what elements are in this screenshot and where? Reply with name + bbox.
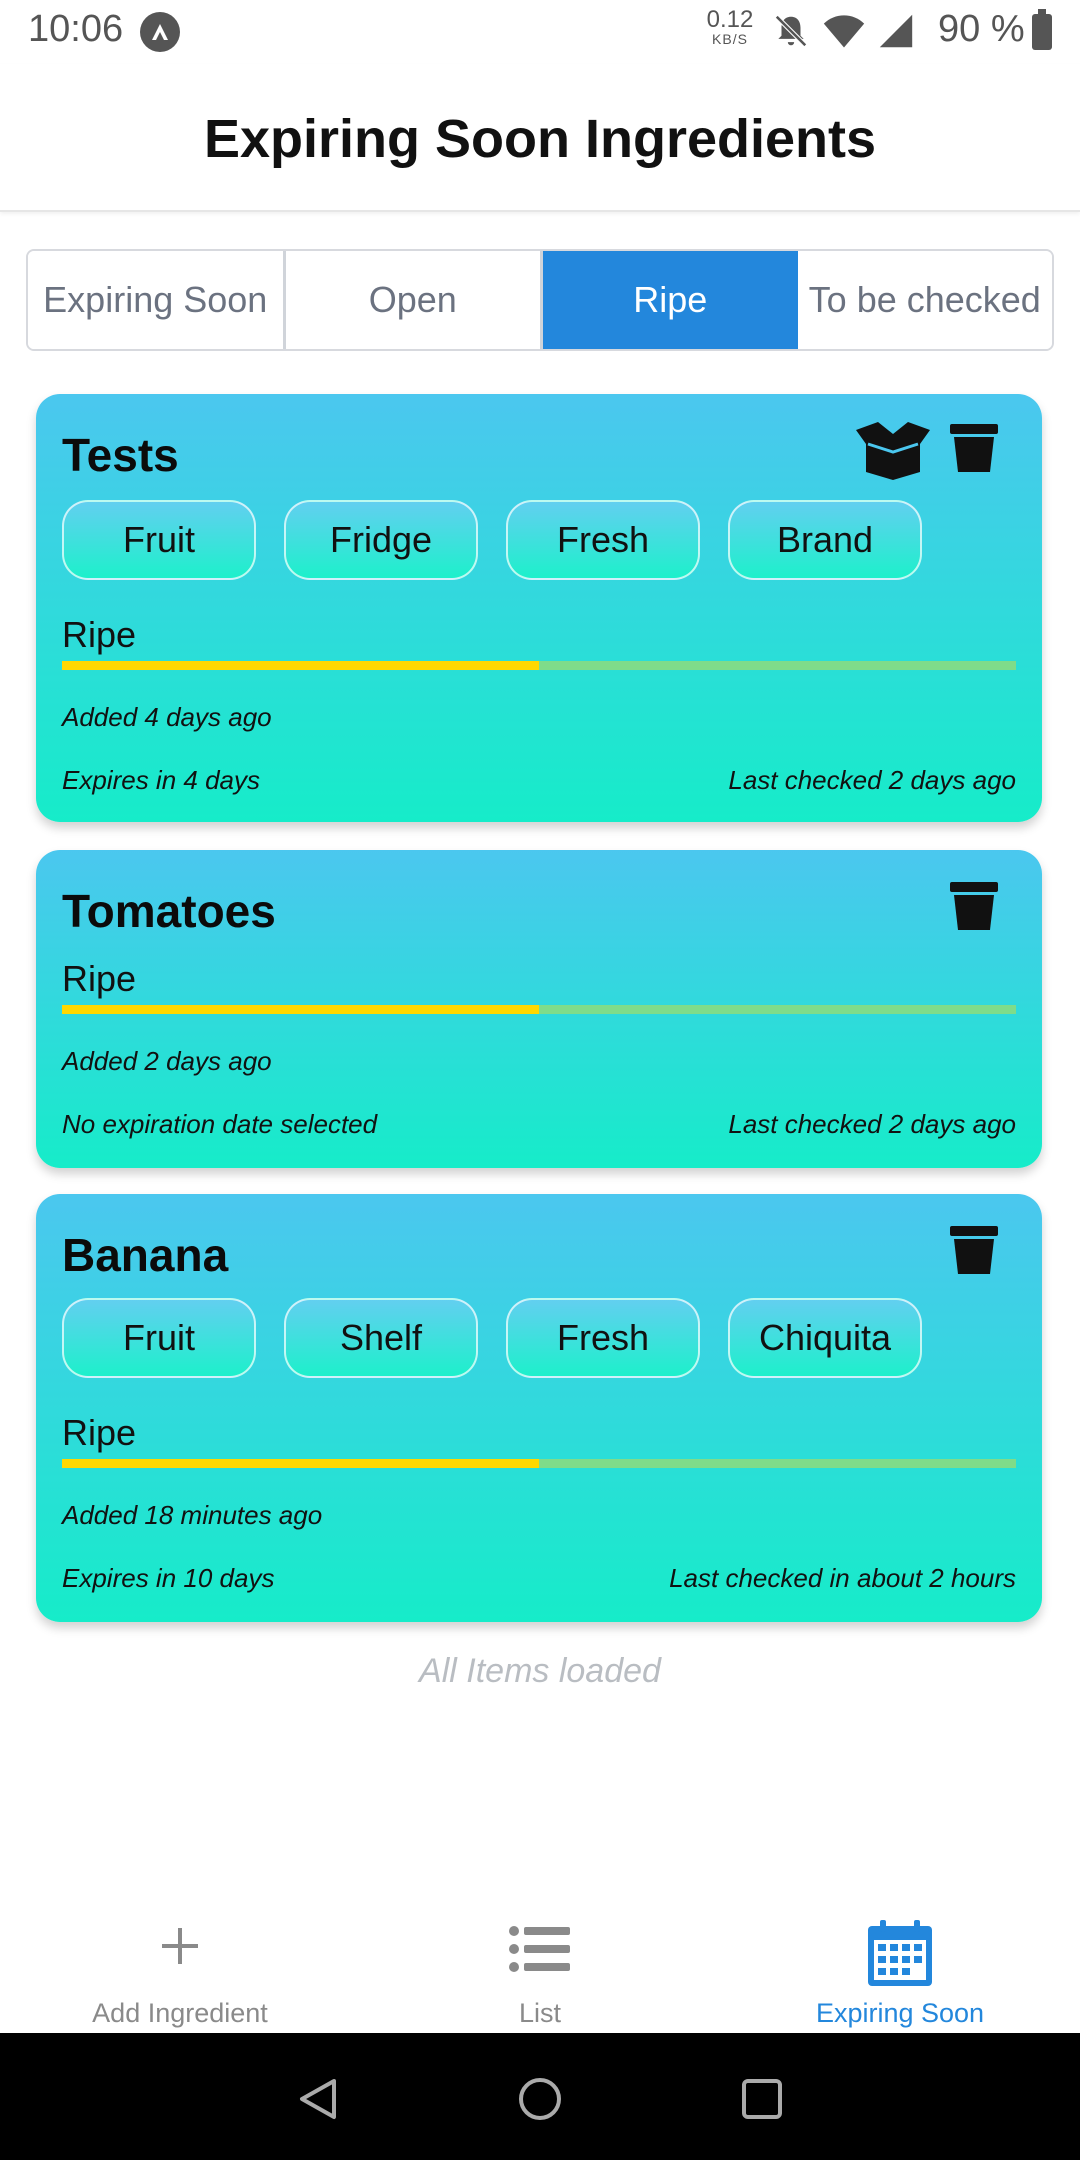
added-text: Added 18 minutes ago xyxy=(62,1500,323,1530)
tag-chip[interactable]: Shelf xyxy=(284,1298,478,1378)
status-icons xyxy=(772,12,914,50)
ripeness-progress-fill xyxy=(62,1005,539,1014)
ripeness-progress-fill xyxy=(62,661,539,670)
tab-expiring-soon[interactable]: Expiring Soon xyxy=(28,251,286,349)
tag-chip[interactable]: Fresh xyxy=(506,1298,700,1378)
back-icon[interactable] xyxy=(294,2075,342,2123)
home-icon[interactable] xyxy=(516,2075,564,2123)
app-notification-icon xyxy=(140,12,180,52)
nav-add-ingredient-label: Add Ingredient xyxy=(92,1998,268,2028)
added-text: Added 4 days ago xyxy=(62,702,272,732)
ripeness-progress xyxy=(62,661,1016,670)
ingredient-title: Tests xyxy=(62,429,179,481)
battery-percent: 90 % xyxy=(938,8,1025,50)
list-icon xyxy=(509,1926,570,1972)
ingredient-card[interactable]: Tests Fruit Fridge Fresh Brand Ripe Adde… xyxy=(36,394,1042,822)
last-checked-text: Last checked 2 days ago xyxy=(728,765,1016,795)
plus-icon xyxy=(162,1928,198,1964)
nav-add-ingredient[interactable]: Add Ingredient xyxy=(0,1880,360,2033)
last-checked-text: Last checked 2 days ago xyxy=(728,1109,1016,1139)
network-speed: 0.12 KB/S xyxy=(700,6,760,47)
system-navigation-bar xyxy=(0,2033,1080,2160)
tag-chip[interactable]: Fresh xyxy=(506,500,700,580)
network-speed-value: 0.12 xyxy=(706,6,754,33)
ripeness-progress-fill xyxy=(62,1459,539,1468)
expires-text: Expires in 10 days xyxy=(62,1563,275,1593)
ripeness-label: Ripe xyxy=(62,958,137,999)
filter-tabs: Expiring Soon Open Ripe To be checked xyxy=(26,249,1054,351)
tag-chip[interactable]: Fruit xyxy=(62,500,256,580)
ripeness-progress xyxy=(62,1005,1016,1014)
tab-to-be-checked[interactable]: To be checked xyxy=(797,251,1052,349)
bottom-tab-bar: Add Ingredient List Expiring Soon xyxy=(0,1880,1080,2033)
tab-ripe[interactable]: Ripe xyxy=(543,251,798,349)
ripeness-label: Ripe xyxy=(62,1412,137,1453)
tag-chip[interactable]: Chiquita xyxy=(728,1298,922,1378)
app-header: Expiring Soon Ingredients xyxy=(0,64,1080,212)
bell-off-icon xyxy=(775,15,807,47)
ingredient-card[interactable]: Tomatoes Ripe Added 2 days ago No expira… xyxy=(36,850,1042,1168)
ingredient-title: Tomatoes xyxy=(62,885,276,937)
tag-chip[interactable]: Brand xyxy=(728,500,922,580)
ripeness-progress xyxy=(62,1459,1016,1468)
expires-text: No expiration date selected xyxy=(62,1109,378,1139)
status-bar: 10:06 0.12 KB/S 90 % xyxy=(0,0,1080,64)
nav-expiring-soon-label: Expiring Soon xyxy=(815,1998,985,2028)
page-title: Expiring Soon Ingredients xyxy=(203,109,877,169)
network-speed-unit: KB/S xyxy=(712,31,748,47)
ripeness-label: Ripe xyxy=(62,614,137,655)
open-box-icon[interactable] xyxy=(852,420,934,480)
tag-chip[interactable]: Fruit xyxy=(62,1298,256,1378)
all-items-loaded-text: All Items loaded xyxy=(419,1652,661,1690)
trash-icon[interactable] xyxy=(948,880,1000,932)
cell-signal-icon xyxy=(879,14,913,48)
expires-text: Expires in 4 days xyxy=(62,765,260,795)
tab-open[interactable]: Open xyxy=(285,251,543,349)
added-text: Added 2 days ago xyxy=(62,1046,272,1076)
ingredient-title: Banana xyxy=(62,1229,229,1281)
ingredient-card[interactable]: Banana Fruit Shelf Fresh Chiquita Ripe A… xyxy=(36,1194,1042,1622)
trash-icon[interactable] xyxy=(948,422,1000,474)
battery-icon xyxy=(1032,9,1052,50)
wifi-icon xyxy=(823,15,865,48)
trash-icon[interactable] xyxy=(948,1224,1000,1276)
tag-chip[interactable]: Fridge xyxy=(284,500,478,580)
nav-list-label: List xyxy=(518,1998,562,2028)
last-checked-text: Last checked in about 2 hours xyxy=(669,1563,1016,1593)
status-time: 10:06 xyxy=(28,8,124,50)
nav-list[interactable]: List xyxy=(360,1880,720,2033)
recents-icon[interactable] xyxy=(738,2075,786,2123)
nav-expiring-soon[interactable]: Expiring Soon xyxy=(720,1880,1080,2033)
calendar-icon xyxy=(868,1920,932,1986)
